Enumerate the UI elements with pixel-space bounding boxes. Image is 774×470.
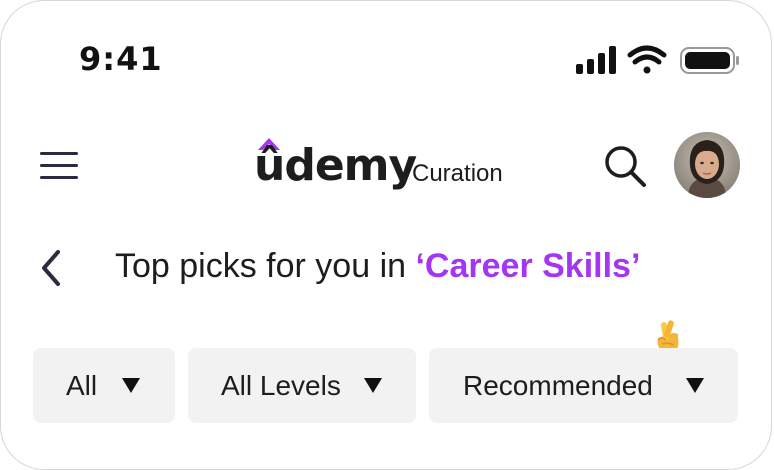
section-title: Top picks for you in ‘Career Skills’ bbox=[115, 247, 640, 286]
caret-down-icon bbox=[364, 378, 382, 393]
status-time: 9:41 bbox=[79, 40, 163, 78]
chevron-left-icon[interactable] bbox=[36, 248, 66, 288]
caret-down-icon bbox=[686, 378, 704, 393]
status-icons bbox=[576, 45, 739, 74]
avatar-image bbox=[674, 132, 740, 198]
wifi-icon bbox=[627, 45, 667, 74]
section-title-prefix: Top picks for you in bbox=[115, 247, 416, 285]
filter-label: All bbox=[66, 370, 98, 401]
section-title-highlight: ‘Career Skills’ bbox=[415, 247, 641, 285]
hamburger-menu-icon[interactable] bbox=[40, 150, 78, 182]
user-avatar[interactable] bbox=[674, 132, 740, 198]
filter-all-dropdown[interactable]: All bbox=[33, 348, 175, 423]
logo-wordmark: ûdemy bbox=[254, 140, 417, 191]
caret-down-icon bbox=[122, 378, 140, 393]
filter-label: Recommended bbox=[463, 370, 653, 401]
search-icon[interactable] bbox=[602, 143, 648, 189]
filter-sort-dropdown[interactable]: Recommended bbox=[429, 348, 738, 423]
filter-levels-dropdown[interactable]: All Levels bbox=[188, 348, 416, 423]
logo-subtitle: Curation bbox=[412, 160, 503, 187]
battery-icon bbox=[680, 47, 739, 74]
cellular-signal-icon bbox=[576, 46, 616, 74]
filter-label: All Levels bbox=[221, 370, 341, 401]
